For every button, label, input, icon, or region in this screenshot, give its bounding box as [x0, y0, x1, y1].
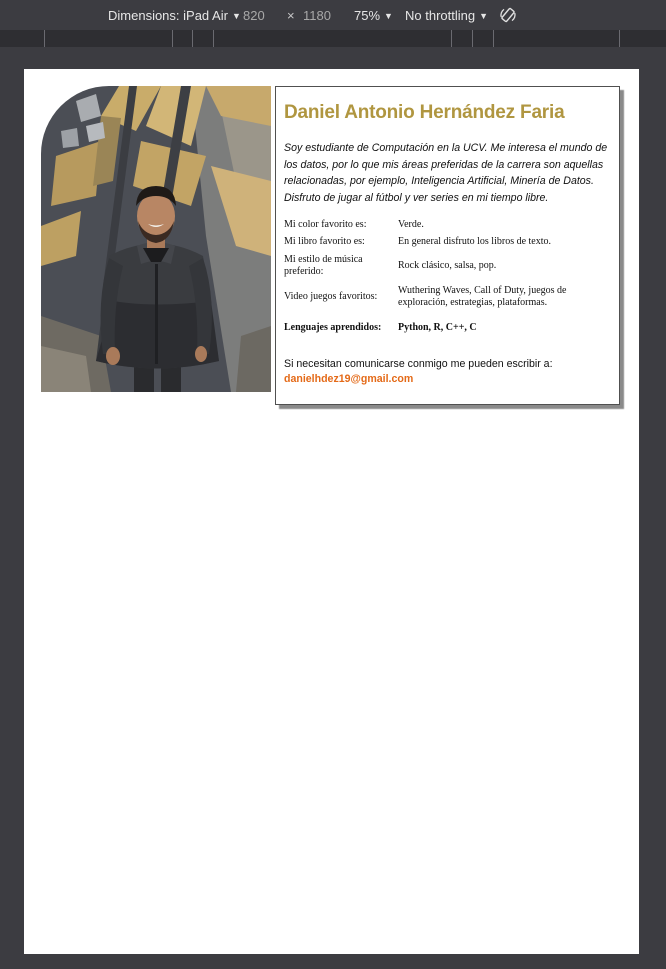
fact-value: Wuthering Waves, Call of Duty, juegos de…	[398, 285, 567, 308]
table-row: Lenguajes aprendidos: Python, R, C++, C	[284, 312, 614, 344]
fact-label: Lenguajes aprendidos:	[284, 322, 382, 333]
ruler-tick	[44, 30, 45, 47]
chevron-down-icon: ▼	[231, 11, 241, 21]
ruler-tick	[213, 30, 214, 47]
viewport-height-input[interactable]: 1180	[303, 7, 331, 24]
profile-card: Daniel Antonio Hernández Faria Soy estud…	[275, 86, 620, 405]
dimension-separator: ×	[287, 8, 295, 23]
chevron-down-icon: ▼	[384, 11, 393, 21]
rotate-device-icon[interactable]	[499, 6, 517, 24]
table-row: Mi estilo de música preferido: Rock clás…	[284, 249, 614, 282]
media-query-bar[interactable]	[0, 30, 666, 47]
fact-value: En general disfruto los libros de texto.	[398, 236, 552, 247]
devtools-device-toolbar: Dimensions: iPad Air ▼ 820 × 1180 75% ▼ No…	[0, 0, 666, 30]
device-viewport: Daniel Antonio Hernández Faria Soy estud…	[24, 69, 639, 954]
viewport-width-input[interactable]: 820	[243, 7, 265, 24]
table-row: Video juegos favoritos: Wuthering Waves,…	[284, 282, 614, 312]
fact-value: Rock clásico, salsa, pop.	[398, 259, 497, 271]
ruler-tick	[192, 30, 193, 47]
profile-bio: Soy estudiante de Computación en la UCV.…	[284, 142, 608, 204]
fact-label: Mi estilo de música preferido:	[284, 253, 363, 277]
table-row: Mi libro favorito es: En general disfrut…	[284, 235, 614, 249]
zoom-dropdown[interactable]: 75% ▼	[354, 7, 393, 25]
chevron-down-icon: ▼	[479, 11, 489, 21]
fact-value: Verde.	[398, 219, 424, 230]
throttling-label: No throttling	[405, 8, 476, 23]
ruler-tick	[619, 30, 620, 47]
ruler-tick	[451, 30, 452, 47]
fact-label: Mi color favorito es:	[284, 219, 367, 230]
ruler-tick	[472, 30, 473, 47]
ruler-tick	[493, 30, 494, 47]
contact-section: Si necesitan comunicarse conmigo me pued…	[284, 357, 614, 387]
throttling-dropdown[interactable]: No throttling ▼	[405, 7, 488, 25]
profile-name: Daniel Antonio Hernández Faria	[284, 102, 565, 123]
email-link[interactable]: danielhdez19@gmail.com	[284, 372, 614, 387]
fact-label: Video juegos favoritos:	[284, 291, 378, 302]
ruler-tick	[172, 30, 173, 47]
zoom-label: 75%	[354, 8, 381, 23]
profile-photo	[41, 86, 271, 392]
device-dimensions-dropdown[interactable]: Dimensions: iPad Air ▼	[108, 7, 241, 25]
fact-value: Python, R, C++, C	[398, 322, 477, 333]
favorites-table: Mi color favorito es: Verde. Mi libro fa…	[284, 215, 614, 344]
contact-text: Si necesitan comunicarse conmigo me pued…	[284, 358, 553, 370]
fact-label: Mi libro favorito es:	[284, 236, 365, 247]
device-dimensions-label: Dimensions: iPad Air	[108, 8, 228, 23]
table-row: Mi color favorito es: Verde.	[284, 215, 614, 235]
